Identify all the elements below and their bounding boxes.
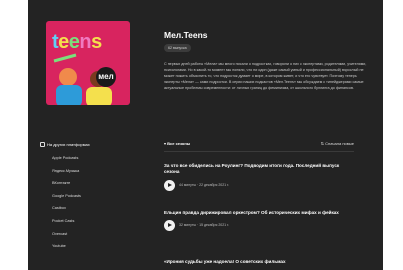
platforms-icon	[40, 142, 45, 148]
play-icon[interactable]	[164, 179, 175, 191]
platforms-heading: На других платформах	[40, 142, 90, 148]
podcast-page: teens мел Мел.Teens 62 выпуска С первых …	[28, 0, 383, 270]
platform-link-vkontakte[interactable]: ВКонтакте	[52, 181, 81, 194]
platform-link-pocket-casts[interactable]: Pocket Casts	[52, 219, 81, 232]
episode-info: 32 минуты · 15 декабря 2021 г.	[179, 223, 229, 228]
episode-title[interactable]: «Ирония судьбы уже надоела! О советских …	[164, 259, 354, 265]
episode-meta: 44 минуты · 22 декабря 2021 г.	[164, 179, 354, 191]
platform-link-yandex-music[interactable]: Яндекс.Музыка	[52, 169, 81, 182]
platform-link-google-podcasts[interactable]: Google Podcasts	[52, 194, 81, 207]
episode-info: 44 минуты · 22 декабря 2021 г.	[179, 182, 229, 187]
platforms-list: Apple Podcasts Яндекс.Музыка ВКонтакте G…	[52, 156, 81, 257]
podcast-description: С первых дней работы «Мела» мы много пис…	[164, 62, 367, 91]
platform-link-overcast[interactable]: Overcast	[52, 232, 81, 245]
cover-illustration	[53, 53, 112, 105]
episode-item[interactable]: Ельцин правда дирижировал оркестром? Об …	[164, 210, 354, 232]
cover-brand-badge: мел	[96, 67, 116, 87]
platforms-heading-label: На других платформах	[47, 142, 90, 147]
season-dropdown-label: Все сезоны	[167, 141, 191, 146]
sort-toggle-label: Сначала новые	[325, 141, 354, 146]
season-dropdown[interactable]: ▾ Все сезоны	[164, 141, 190, 146]
episode-item[interactable]: «Ирония судьбы уже надоела! О советских …	[164, 259, 354, 265]
platform-link-castbox[interactable]: Castbox	[52, 206, 81, 219]
play-icon[interactable]	[164, 220, 175, 232]
podcast-title: Мел.Teens	[164, 30, 208, 40]
platform-link-youtube[interactable]: Youtube	[52, 244, 81, 257]
episode-meta: 32 минуты · 15 декабря 2021 г.	[164, 220, 354, 232]
episodes-filter-bar: ▾ Все сезоны ⇅ Сначала новые	[164, 139, 354, 152]
episode-title[interactable]: Ельцин правда дирижировал оркестром? Об …	[164, 210, 354, 216]
podcast-cover: teens мел	[46, 21, 130, 105]
episode-title[interactable]: За что все обиделись на Роулинг? Подводи…	[164, 163, 354, 176]
platform-link-apple-podcasts[interactable]: Apple Podcasts	[52, 156, 81, 169]
episode-count-badge: 62 выпуска	[164, 44, 191, 52]
episode-item[interactable]: За что все обиделись на Роулинг? Подводи…	[164, 163, 354, 191]
sort-toggle[interactable]: ⇅ Сначала новые	[321, 141, 354, 146]
